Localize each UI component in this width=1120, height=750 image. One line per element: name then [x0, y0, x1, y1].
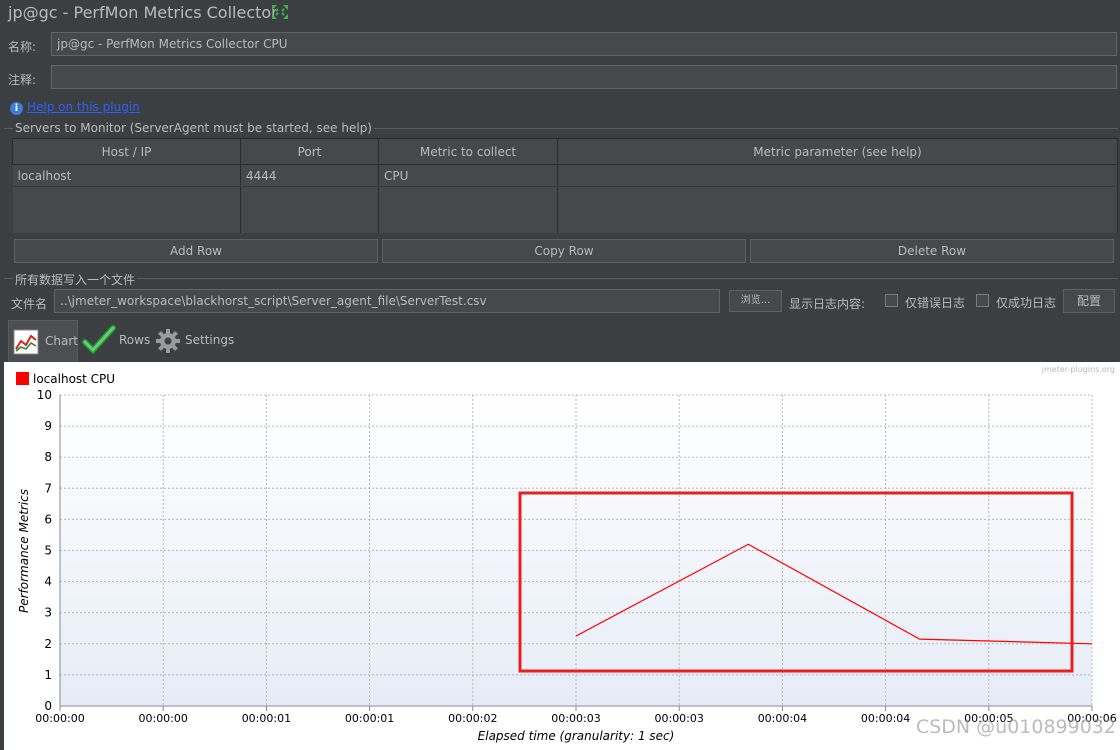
add-row-button[interactable]: Add Row: [14, 239, 378, 263]
y-tick-label: 1: [44, 668, 52, 682]
column-header-host[interactable]: Host / IP: [12, 138, 241, 165]
success-only-checkbox[interactable]: [976, 294, 989, 307]
x-tick-label: 00:00:02: [448, 712, 497, 725]
delete-row-button[interactable]: Delete Row: [750, 239, 1114, 263]
window-title: jp@gc - PerfMon Metrics Collector: [8, 3, 278, 22]
x-tick-label: 00:00:03: [654, 712, 703, 725]
tab-chart[interactable]: Chart: [8, 320, 78, 362]
column-header-metric[interactable]: Metric to collect: [378, 138, 558, 165]
legend-label: localhost CPU: [33, 372, 115, 386]
x-tick-label: 00:00:04: [861, 712, 910, 725]
y-tick-label: 2: [44, 637, 52, 651]
cell-metric[interactable]: CPU: [378, 164, 558, 187]
chart-watermark: jmeter-plugins.org: [1041, 365, 1115, 374]
table-row[interactable]: localhost 4444 CPU: [12, 164, 1118, 187]
servers-group-title: Servers to Monitor (ServerAgent must be …: [13, 121, 374, 135]
comment-field[interactable]: [51, 65, 1117, 89]
file-group-border: [4, 278, 1118, 279]
cell-port[interactable]: 4444: [240, 164, 379, 187]
help-link[interactable]: Help on this plugin: [27, 100, 140, 114]
y-tick-label: 8: [44, 450, 52, 464]
name-field[interactable]: jp@gc - PerfMon Metrics Collector CPU: [51, 32, 1117, 56]
browse-button[interactable]: 浏览...: [729, 290, 782, 312]
errors-only-label: 仅错误日志: [905, 296, 966, 310]
x-tick-label: 00:00:03: [551, 712, 600, 725]
copy-row-button[interactable]: Copy Row: [382, 239, 746, 263]
column-header-port[interactable]: Port: [240, 138, 379, 165]
tab-rows-label: Rows: [119, 333, 151, 347]
cell-parameter[interactable]: [557, 164, 1118, 187]
y-tick-label: 7: [44, 481, 52, 495]
y-tick-label: 3: [44, 606, 52, 620]
comment-label: 注释:: [8, 73, 37, 87]
checkmark-icon: [82, 325, 116, 355]
cell-host[interactable]: localhost: [12, 164, 241, 187]
x-tick-label: 00:00:01: [242, 712, 291, 725]
filename-label: 文件名: [11, 297, 48, 311]
x-axis-label: Elapsed time (granularity: 1 sec): [478, 729, 675, 743]
y-tick-label: 6: [44, 512, 52, 526]
x-tick-label: 00:00:00: [138, 712, 187, 725]
table-header-row: Host / IP Port Metric to collect Metric …: [12, 138, 1118, 165]
configure-button[interactable]: 配置: [1063, 289, 1115, 313]
legend-swatch: [16, 372, 29, 385]
tab-settings-label: Settings: [185, 333, 235, 347]
y-tick-label: 10: [37, 388, 52, 402]
name-label: 名称:: [8, 40, 37, 54]
csdn-watermark: CSDN @u010899032: [915, 716, 1116, 738]
x-tick-label: 00:00:04: [758, 712, 807, 725]
table-empty-area: [12, 186, 1118, 233]
cpu-chart: localhost CPU jmeter-plugins.org 0 1 2 3 4 5 6…: [16, 365, 1117, 743]
filename-input[interactable]: ..\jmeter_workspace\blackhorst_script\Se…: [54, 289, 720, 313]
expand-icon[interactable]: [271, 4, 289, 20]
servers-table: Host / IP Port Metric to collect Metric …: [12, 138, 1118, 233]
info-icon: i: [10, 102, 23, 115]
y-tick-label: 4: [44, 575, 52, 589]
log-content-label: 显示日志内容:: [789, 297, 866, 311]
x-tick-label: 00:00:00: [35, 712, 84, 725]
x-tick-label: 00:00:01: [345, 712, 394, 725]
tab-chart-label: Chart: [45, 334, 78, 348]
chart-icon: [13, 329, 39, 355]
y-axis-label: Performance Metrics: [17, 489, 31, 613]
y-tick-label: 5: [44, 544, 52, 558]
y-tick-label: 9: [44, 419, 52, 433]
y-tick-label: 0: [44, 699, 52, 713]
gear-icon: [156, 329, 180, 353]
file-group-title: 所有数据写入一个文件: [13, 271, 138, 288]
column-header-parameter[interactable]: Metric parameter (see help): [557, 138, 1118, 165]
tab-settings[interactable]: Settings: [155, 322, 235, 360]
tab-rows[interactable]: Rows: [82, 322, 152, 360]
success-only-label: 仅成功日志: [996, 296, 1057, 310]
chart-panel: localhost CPU jmeter-plugins.org 0 1 2 3 4 5 6…: [4, 362, 1120, 750]
errors-only-checkbox[interactable]: [885, 294, 898, 307]
